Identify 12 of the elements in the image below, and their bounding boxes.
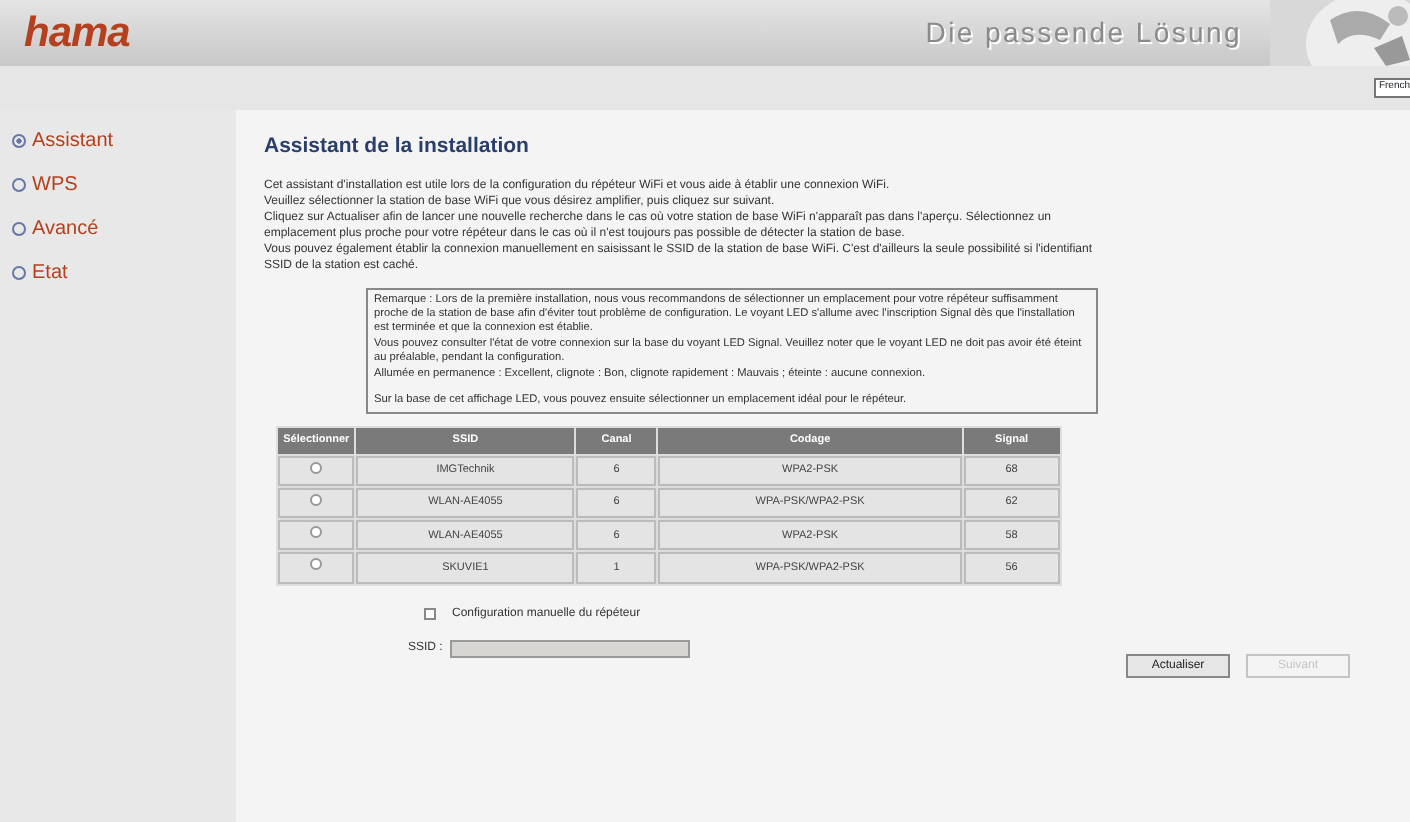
- slogan: Die passende Lösung: [925, 14, 1242, 52]
- radio-button[interactable]: [310, 526, 323, 539]
- sidebar-link[interactable]: Avancé: [32, 214, 99, 244]
- radio-button[interactable]: [310, 493, 323, 506]
- sidebar-link[interactable]: Assistant: [32, 126, 114, 156]
- checkbox[interactable]: [424, 608, 436, 621]
- logo: hama: [24, 7, 130, 60]
- sidebar-link[interactable]: Etat: [32, 258, 68, 288]
- radio-button[interactable]: [310, 461, 323, 474]
- sidebar-link[interactable]: WPS: [32, 170, 78, 200]
- radio-button[interactable]: [310, 558, 323, 571]
- page-title: Assistant de la installation: [264, 134, 531, 160]
